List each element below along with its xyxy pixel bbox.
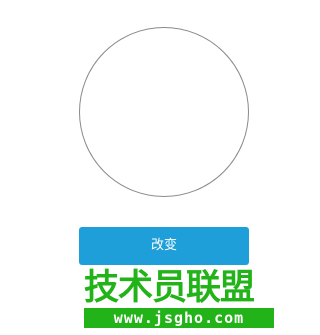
app-screen: 改变 技术员联盟 www.jsgho.com [0, 0, 314, 335]
watermark-site-name: 技术员联盟 [84, 268, 255, 308]
change-button[interactable]: 改变 [79, 227, 249, 265]
avatar-circle [79, 27, 249, 197]
watermark: 技术员联盟 www.jsgho.com [84, 266, 274, 332]
watermark-site-url: www.jsgho.com [84, 308, 274, 328]
